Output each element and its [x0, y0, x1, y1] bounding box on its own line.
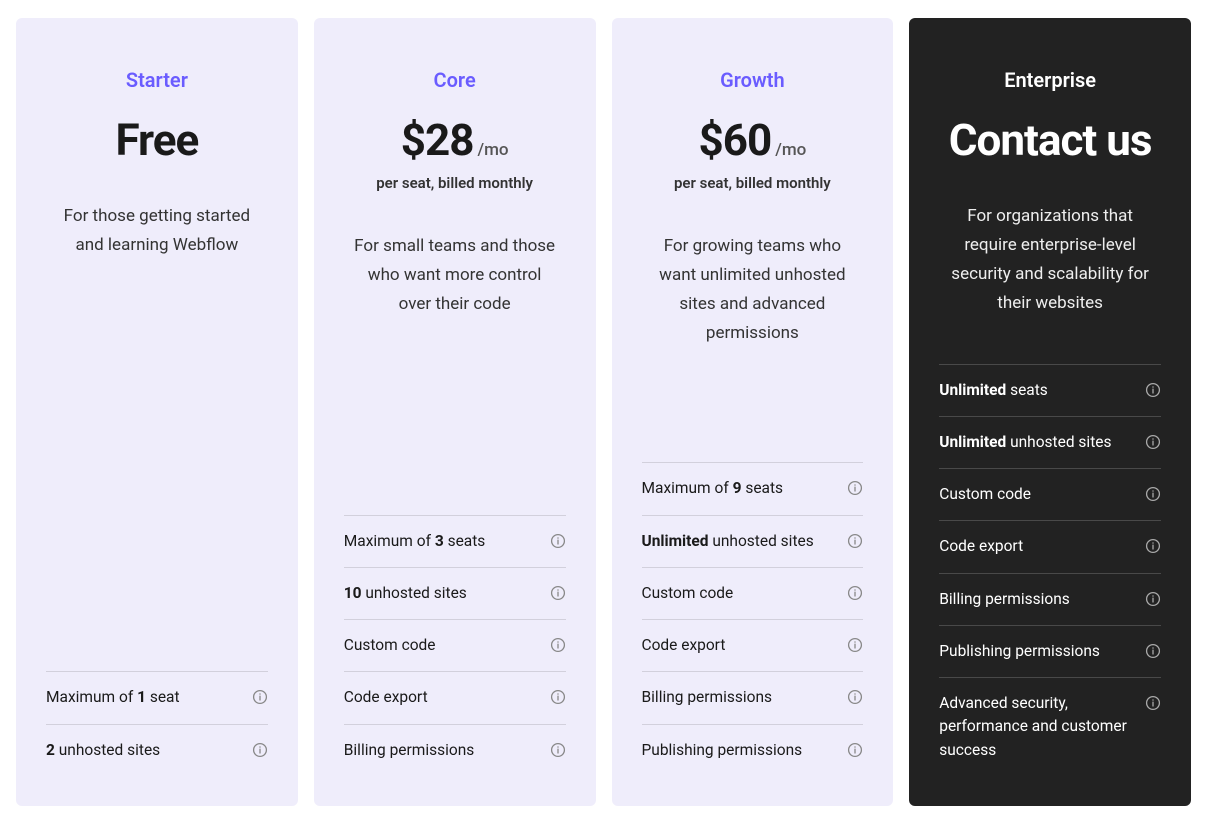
plan-price: Free: [46, 114, 268, 166]
info-icon[interactable]: [847, 480, 863, 496]
feature-text: Advanced security, performance and custo…: [939, 692, 1135, 762]
plan-name: Starter: [46, 68, 268, 92]
feature-text: Unlimited unhosted sites: [939, 431, 1111, 454]
feature-text: Unlimited unhosted sites: [642, 530, 814, 553]
info-icon[interactable]: [1145, 643, 1161, 659]
plan-price-amount: $60: [698, 114, 771, 166]
info-icon[interactable]: [847, 637, 863, 653]
info-icon[interactable]: [1145, 695, 1161, 711]
feature-list: Maximum of 3 seats 10 unhosted sites Custo…: [344, 515, 566, 776]
feature-row: Publishing permissions: [939, 626, 1161, 678]
plan-card-growth: Growth $60/mo per seat, billed monthly For …: [612, 18, 894, 806]
feature-text: 10 unhosted sites: [344, 582, 467, 605]
plan-price-amount: $28: [401, 114, 474, 166]
feature-text: Maximum of 1 seat: [46, 686, 180, 709]
plan-price-suffix: /mo: [477, 140, 508, 160]
feature-row: Custom code: [642, 568, 864, 620]
info-icon[interactable]: [847, 689, 863, 705]
feature-text: Custom code: [344, 634, 436, 657]
feature-text: Custom code: [939, 483, 1031, 506]
feature-row: Code export: [939, 521, 1161, 573]
feature-text: Code export: [939, 535, 1023, 558]
info-icon[interactable]: [550, 637, 566, 653]
pricing-grid: Starter Free For those getting started and…: [0, 0, 1207, 824]
feature-text: Billing permissions: [642, 686, 773, 709]
info-icon[interactable]: [1145, 382, 1161, 398]
info-icon[interactable]: [847, 585, 863, 601]
info-icon[interactable]: [847, 742, 863, 758]
feature-list: Maximum of 1 seat 2 unhosted sites: [46, 671, 268, 776]
feature-text: Billing permissions: [344, 739, 475, 762]
feature-row: 10 unhosted sites: [344, 568, 566, 620]
feature-row: Custom code: [344, 620, 566, 672]
feature-row: Unlimited unhosted sites: [939, 417, 1161, 469]
feature-row: 2 unhosted sites: [46, 725, 268, 776]
info-icon[interactable]: [252, 689, 268, 705]
feature-row: Unlimited seats: [939, 365, 1161, 417]
feature-list: Unlimited seats Unlimited unhosted sites C…: [939, 364, 1161, 776]
feature-text: Code export: [642, 634, 726, 657]
feature-row: Unlimited unhosted sites: [642, 516, 864, 568]
plan-price: $28/mo: [344, 114, 566, 166]
feature-row: Code export: [344, 672, 566, 724]
billing-note: per seat, billed monthly: [344, 174, 566, 192]
info-icon[interactable]: [252, 742, 268, 758]
feature-row: Maximum of 9 seats: [642, 463, 864, 515]
feature-row: Billing permissions: [344, 725, 566, 776]
feature-row: Maximum of 1 seat: [46, 672, 268, 724]
plan-header: Core $28/mo per seat, billed monthly For sm…: [344, 68, 566, 355]
plan-description: For those getting started and learning W…: [46, 202, 268, 260]
feature-row: Advanced security, performance and custo…: [939, 678, 1161, 776]
feature-text: Publishing permissions: [642, 739, 803, 762]
feature-row: Custom code: [939, 469, 1161, 521]
feature-row: Billing permissions: [642, 672, 864, 724]
feature-row: Billing permissions: [939, 574, 1161, 626]
plan-description: For small teams and those who want more …: [344, 232, 566, 319]
feature-text: Maximum of 9 seats: [642, 477, 784, 500]
plan-price-amount: Contact us: [949, 114, 1152, 166]
info-icon[interactable]: [550, 742, 566, 758]
plan-price-suffix: /mo: [775, 140, 806, 160]
feature-row: Publishing permissions: [642, 725, 864, 776]
plan-header: Enterprise Contact us For organizations th…: [939, 68, 1161, 354]
info-icon[interactable]: [1145, 591, 1161, 607]
plan-name: Core: [344, 68, 566, 92]
feature-text: Code export: [344, 686, 428, 709]
plan-header: Growth $60/mo per seat, billed monthly For …: [642, 68, 864, 384]
plan-card-core: Core $28/mo per seat, billed monthly For sm…: [314, 18, 596, 806]
feature-row: Code export: [642, 620, 864, 672]
plan-header: Starter Free For those getting started and…: [46, 68, 268, 343]
info-icon[interactable]: [1145, 434, 1161, 450]
feature-text: 2 unhosted sites: [46, 739, 160, 762]
plan-card-starter: Starter Free For those getting started and…: [16, 18, 298, 806]
info-icon[interactable]: [847, 533, 863, 549]
plan-price: Contact us: [939, 114, 1161, 166]
feature-text: Billing permissions: [939, 588, 1070, 611]
feature-list: Maximum of 9 seats Unlimited unhosted sit…: [642, 462, 864, 776]
info-icon[interactable]: [1145, 538, 1161, 554]
feature-text: Maximum of 3 seats: [344, 530, 486, 553]
plan-description: For organizations that require enterpris…: [939, 202, 1161, 318]
feature-text: Unlimited seats: [939, 379, 1048, 402]
feature-text: Custom code: [642, 582, 734, 605]
info-icon[interactable]: [550, 533, 566, 549]
feature-text: Publishing permissions: [939, 640, 1100, 663]
billing-note: per seat, billed monthly: [642, 174, 864, 192]
plan-price: $60/mo: [642, 114, 864, 166]
plan-card-enterprise: Enterprise Contact us For organizations th…: [909, 18, 1191, 806]
info-icon[interactable]: [550, 585, 566, 601]
plan-description: For growing teams who want unlimited unh…: [642, 232, 864, 348]
plan-name: Growth: [642, 68, 864, 92]
info-icon[interactable]: [550, 689, 566, 705]
feature-row: Maximum of 3 seats: [344, 516, 566, 568]
plan-name: Enterprise: [939, 68, 1161, 92]
plan-price-amount: Free: [115, 114, 198, 166]
info-icon[interactable]: [1145, 486, 1161, 502]
